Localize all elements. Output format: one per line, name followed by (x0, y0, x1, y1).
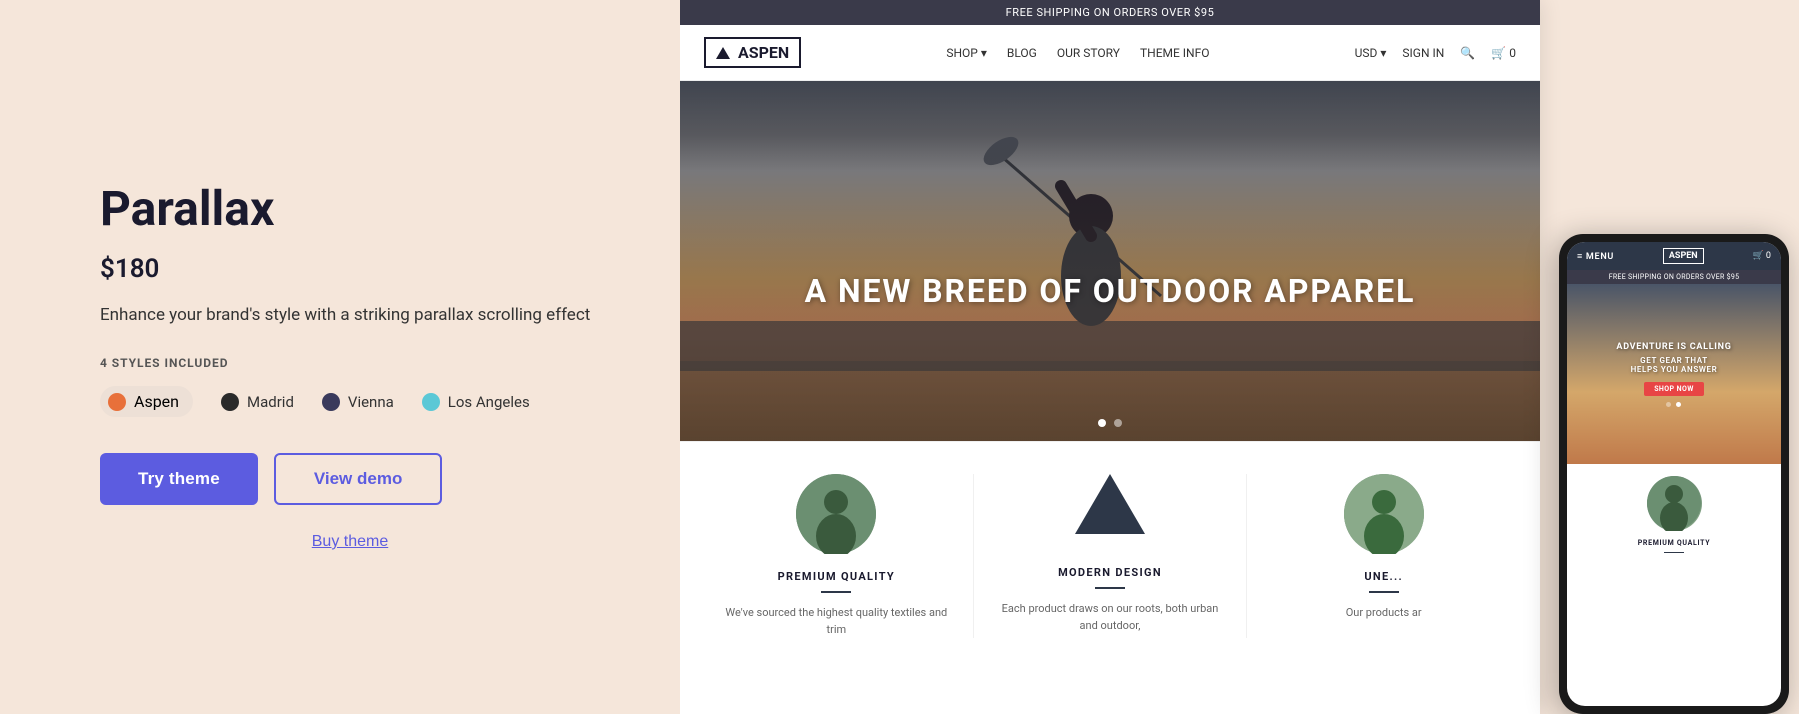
style-dot-aspen (108, 393, 126, 411)
store-hero: A NEW BREED OF OUTDOOR APPAREL (680, 81, 1540, 441)
feature-mountain-icon (1075, 474, 1145, 550)
hero-dot-2[interactable] (1114, 419, 1122, 427)
feature-title-3: UNE... (1364, 570, 1403, 583)
btn-row: Try theme View demo (100, 453, 600, 505)
mobile-hero: ADVENTURE IS CALLING GET GEAR THAT HELPS… (1567, 284, 1781, 464)
feature-divider-1 (821, 591, 851, 593)
style-label-vienna: Vienna (348, 393, 394, 411)
mobile-hero-line2: GET GEAR THAT (1616, 356, 1731, 365)
nav-link-theme-info[interactable]: THEME INFO (1140, 46, 1210, 60)
style-label-aspen: Aspen (134, 392, 179, 411)
view-demo-button[interactable]: View demo (274, 453, 443, 505)
right-panel: FREE SHIPPING ON ORDERS OVER $95 ASPEN S… (680, 0, 1799, 714)
cart-icon[interactable]: 🛒 0 (1491, 46, 1516, 60)
feature-desc-2: Each product draws on our roots, both ur… (994, 601, 1227, 634)
nav-link-shop[interactable]: SHOP ▾ (946, 46, 987, 60)
store-features: PREMIUM QUALITY We've sourced the highes… (680, 441, 1540, 670)
mobile-preview: ≡ MENU ASPEN 🛒 0 FREE SHIPPING ON ORDERS… (1559, 234, 1789, 714)
left-panel: Parallax $180 Enhance your brand's style… (0, 0, 680, 714)
store-nav-right: USD ▾ SIGN IN 🔍 🛒 0 (1355, 46, 1516, 60)
nav-link-our-story[interactable]: OUR STORY (1057, 46, 1120, 60)
mobile-hero-dots (1616, 402, 1731, 407)
mobile-menu-icon[interactable]: ≡ MENU (1577, 251, 1614, 262)
style-dot-vienna (322, 393, 340, 411)
hero-text: A NEW BREED OF OUTDOOR APPAREL (805, 272, 1416, 310)
style-options: Aspen Madrid Vienna Los Angeles (100, 386, 600, 417)
feature-desc-1: We've sourced the highest quality textil… (720, 605, 953, 638)
hero-dots (1098, 419, 1122, 427)
feature-title-2: MODERN DESIGN (1058, 566, 1162, 579)
mobile-topbar: ≡ MENU ASPEN 🛒 0 (1567, 242, 1781, 270)
hero-overlay (680, 81, 1540, 441)
mobile-shop-now-button[interactable]: SHOP NOW (1644, 382, 1704, 396)
mobile-shipping-banner: FREE SHIPPING ON ORDERS OVER $95 (1567, 270, 1781, 284)
desktop-preview: FREE SHIPPING ON ORDERS OVER $95 ASPEN S… (680, 0, 1540, 714)
mobile-cart-icon[interactable]: 🛒 0 (1752, 251, 1771, 261)
feature-divider-2 (1095, 587, 1125, 589)
style-dot-los-angeles (422, 393, 440, 411)
mobile-dot-2[interactable] (1676, 402, 1681, 407)
feature-desc-3: Our products ar (1346, 605, 1422, 622)
store-logo: ASPEN (704, 37, 801, 68)
mobile-logo: ASPEN (1663, 248, 1704, 264)
buy-theme-button[interactable]: Buy theme (100, 533, 600, 551)
style-option-aspen[interactable]: Aspen (100, 386, 193, 417)
mobile-feature-divider (1664, 552, 1684, 553)
feature-premium-quality: PREMIUM QUALITY We've sourced the highes… (700, 474, 974, 638)
store-nav-links: SHOP ▾ BLOG OUR STORY THEME INFO (946, 46, 1209, 60)
style-label-madrid: Madrid (247, 393, 294, 411)
mobile-dot-1[interactable] (1666, 402, 1671, 407)
mobile-feature-person-icon (1647, 476, 1702, 531)
feature-person-icon (796, 474, 876, 554)
feature-third: UNE... Our products ar (1247, 474, 1520, 638)
hero-dot-1[interactable] (1098, 419, 1106, 427)
store-nav: ASPEN SHOP ▾ BLOG OUR STORY THEME INFO U… (680, 25, 1540, 81)
preview-container: FREE SHIPPING ON ORDERS OVER $95 ASPEN S… (680, 0, 1799, 714)
feature-modern-design: MODERN DESIGN Each product draws on our … (974, 474, 1248, 638)
nav-currency[interactable]: USD ▾ (1355, 46, 1387, 60)
style-option-madrid[interactable]: Madrid (221, 393, 294, 411)
store-top-bar: FREE SHIPPING ON ORDERS OVER $95 (680, 0, 1540, 25)
mobile-hero-text: ADVENTURE IS CALLING GET GEAR THAT HELPS… (1616, 342, 1731, 407)
theme-description: Enhance your brand's style with a striki… (100, 302, 600, 328)
styles-label: 4 STYLES INCLUDED (100, 356, 600, 370)
mobile-feature-title: PREMIUM QUALITY (1577, 539, 1771, 547)
theme-title: Parallax (100, 183, 600, 236)
nav-sign-in[interactable]: SIGN IN (1402, 46, 1444, 60)
mobile-hero-line1: ADVENTURE IS CALLING (1616, 342, 1731, 352)
nav-link-blog[interactable]: BLOG (1007, 46, 1037, 60)
feature-divider-3 (1369, 591, 1399, 593)
style-label-los-angeles: Los Angeles (448, 393, 530, 411)
mobile-hero-line3: HELPS YOU ANSWER (1616, 365, 1731, 374)
store-logo-text: ASPEN (738, 43, 789, 62)
feature-third-icon (1344, 474, 1424, 554)
style-option-vienna[interactable]: Vienna (322, 393, 394, 411)
search-icon[interactable]: 🔍 (1460, 46, 1475, 60)
logo-triangle-icon (716, 47, 730, 59)
feature-title-1: PREMIUM QUALITY (778, 570, 895, 583)
style-option-los-angeles[interactable]: Los Angeles (422, 393, 530, 411)
style-dot-madrid (221, 393, 239, 411)
mobile-screen: ≡ MENU ASPEN 🛒 0 FREE SHIPPING ON ORDERS… (1567, 242, 1781, 706)
try-theme-button[interactable]: Try theme (100, 453, 258, 505)
mobile-features: PREMIUM QUALITY (1567, 464, 1781, 571)
theme-price: $180 (100, 254, 600, 284)
